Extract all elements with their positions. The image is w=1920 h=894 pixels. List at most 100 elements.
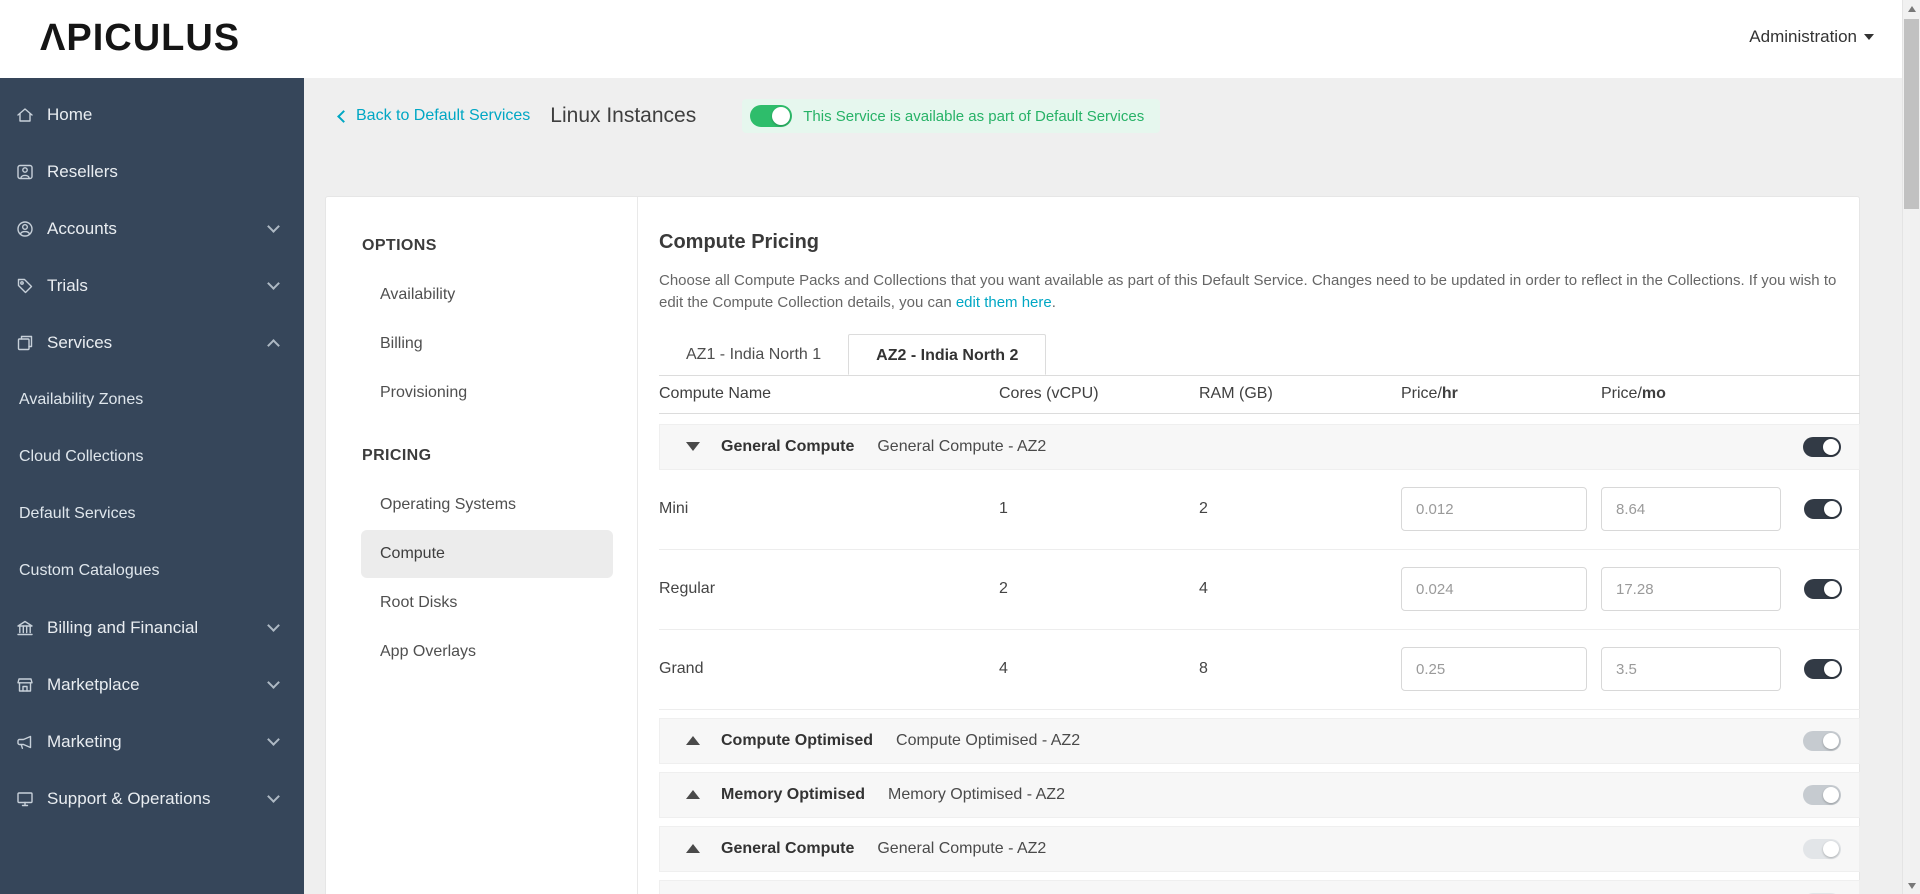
service-availability-toggle[interactable] bbox=[750, 105, 792, 127]
sidebar-item-cloud-collections[interactable]: Cloud Collections bbox=[0, 428, 304, 485]
price-mo-input[interactable] bbox=[1601, 487, 1781, 531]
home-icon bbox=[14, 104, 36, 126]
group-name: Compute Optimised bbox=[721, 732, 873, 750]
expand-arrow-icon[interactable] bbox=[686, 736, 700, 745]
price-hr-input[interactable] bbox=[1401, 647, 1587, 691]
price-hr-cell bbox=[1401, 487, 1601, 531]
price-mo-cell bbox=[1601, 567, 1804, 611]
trials-icon bbox=[14, 275, 36, 297]
sidebar-item-label: Services bbox=[47, 333, 269, 353]
edit-them-here-link[interactable]: edit them here bbox=[956, 294, 1052, 311]
sidebar-item-accounts[interactable]: Accounts bbox=[0, 200, 304, 257]
group-row-general-compute-2: General Compute General Compute - AZ2 bbox=[659, 826, 1860, 872]
row-toggle[interactable] bbox=[1804, 499, 1842, 519]
scroll-up-arrow[interactable] bbox=[1903, 0, 1920, 17]
row-toggle-cell bbox=[1804, 659, 1842, 679]
back-to-default-services-link[interactable]: Back to Default Services bbox=[339, 107, 530, 125]
ram-cell: 2 bbox=[1199, 500, 1401, 518]
sidebar-item-services[interactable]: Services bbox=[0, 314, 304, 371]
toggle-knob bbox=[772, 107, 790, 125]
section-description: Choose all Compute Packs and Collections… bbox=[659, 270, 1854, 314]
sidebar-item-availability-zones[interactable]: Availability Zones bbox=[0, 371, 304, 428]
option-item-app-overlays[interactable]: App Overlays bbox=[361, 628, 613, 676]
group-subtitle: General Compute - AZ2 bbox=[877, 840, 1046, 858]
sidebar-item-marketing[interactable]: Marketing bbox=[0, 713, 304, 770]
price-hr-input[interactable] bbox=[1401, 487, 1587, 531]
option-label: Root Disks bbox=[380, 594, 457, 612]
option-item-operating-systems[interactable]: Operating Systems bbox=[361, 481, 613, 529]
row-toggle[interactable] bbox=[1804, 579, 1842, 599]
sidebar-item-resellers[interactable]: Resellers bbox=[0, 143, 304, 200]
options-heading: OPTIONS bbox=[362, 237, 613, 255]
sidebar-item-support-operations[interactable]: Support & Operations bbox=[0, 770, 304, 827]
table-header-row: Compute Name Cores (vCPU) RAM (GB) Price… bbox=[659, 376, 1860, 414]
sidebar-item-default-services[interactable]: Default Services bbox=[0, 485, 304, 542]
chevron-left-icon bbox=[337, 110, 350, 123]
row-toggle[interactable] bbox=[1804, 659, 1842, 679]
option-label: Availability bbox=[380, 286, 455, 304]
back-link-label: Back to Default Services bbox=[356, 107, 530, 125]
scrollbar-thumb[interactable] bbox=[1904, 19, 1919, 209]
description-period: . bbox=[1052, 294, 1056, 311]
sidebar-item-label: Accounts bbox=[47, 219, 269, 239]
scroll-down-arrow[interactable] bbox=[1903, 877, 1920, 894]
toggle-knob bbox=[1823, 787, 1839, 803]
price-prefix: Price/ bbox=[1601, 385, 1642, 402]
sidebar-item-marketplace[interactable]: Marketplace bbox=[0, 656, 304, 713]
group-subtitle: Memory Optimised - AZ2 bbox=[888, 786, 1065, 804]
group-toggle[interactable] bbox=[1803, 437, 1841, 457]
administration-menu[interactable]: Administration bbox=[1749, 27, 1874, 47]
sidebar-item-trials[interactable]: Trials bbox=[0, 257, 304, 314]
sidebar-item-billing-financial[interactable]: Billing and Financial bbox=[0, 599, 304, 656]
table-row-mini: Mini 1 2 bbox=[659, 470, 1860, 550]
option-item-compute[interactable]: Compute bbox=[361, 530, 613, 578]
group-toggle[interactable] bbox=[1803, 839, 1841, 859]
table-row-grand: Grand 4 8 bbox=[659, 630, 1860, 710]
ram-cell: 8 bbox=[1199, 660, 1401, 678]
option-item-root-disks[interactable]: Root Disks bbox=[361, 579, 613, 627]
price-mo-input[interactable] bbox=[1601, 567, 1781, 611]
group-toggle[interactable] bbox=[1803, 731, 1841, 751]
ram-cell: 4 bbox=[1199, 580, 1401, 598]
option-item-billing[interactable]: Billing bbox=[361, 320, 613, 368]
chevron-down-icon bbox=[267, 676, 280, 689]
collapse-arrow-icon[interactable] bbox=[686, 442, 700, 451]
vertical-scrollbar[interactable] bbox=[1902, 0, 1920, 894]
price-hr-cell bbox=[1401, 647, 1601, 691]
option-item-availability[interactable]: Availability bbox=[361, 271, 613, 319]
tab-az1-india-north-1[interactable]: AZ1 - India North 1 bbox=[659, 334, 848, 375]
group-toggle[interactable] bbox=[1803, 785, 1841, 805]
apiculus-logo[interactable]: ΛPICULUS bbox=[40, 17, 240, 60]
price-mo-input[interactable] bbox=[1601, 647, 1781, 691]
row-toggle-cell bbox=[1804, 579, 1842, 599]
page-header: Back to Default Services Linux Instances… bbox=[304, 78, 1902, 133]
expand-arrow-icon[interactable] bbox=[686, 790, 700, 799]
group-row-memory-optimised: Memory Optimised Memory Optimised - AZ2 bbox=[659, 772, 1860, 818]
cores-cell: 4 bbox=[999, 660, 1199, 678]
option-item-provisioning[interactable]: Provisioning bbox=[361, 369, 613, 417]
chevron-down-icon bbox=[267, 277, 280, 290]
sidebar-item-label: Billing and Financial bbox=[47, 618, 269, 638]
options-panel: OPTIONS Availability Billing Provisionin… bbox=[326, 197, 638, 894]
pricing-card: OPTIONS Availability Billing Provisionin… bbox=[325, 196, 1860, 894]
toggle-knob bbox=[1823, 733, 1839, 749]
sidebar-item-custom-catalogues[interactable]: Custom Catalogues bbox=[0, 542, 304, 599]
cores-cell: 1 bbox=[999, 500, 1199, 518]
table-body: General Compute General Compute - AZ2 Mi… bbox=[659, 424, 1860, 894]
pricing-heading: PRICING bbox=[362, 447, 613, 465]
expand-arrow-icon[interactable] bbox=[686, 844, 700, 853]
sidebar-subitem-label: Cloud Collections bbox=[19, 448, 144, 466]
arrow-up-icon bbox=[1908, 6, 1916, 12]
table-row-regular: Regular 2 4 bbox=[659, 550, 1860, 630]
tab-az2-india-north-2[interactable]: AZ2 - India North 2 bbox=[848, 334, 1046, 375]
price-hr-input[interactable] bbox=[1401, 567, 1587, 611]
compute-name-cell: Regular bbox=[659, 580, 999, 598]
option-label: Operating Systems bbox=[380, 496, 516, 514]
sidebar-item-home[interactable]: Home bbox=[0, 86, 304, 143]
col-ram: RAM (GB) bbox=[1199, 385, 1401, 403]
col-compute-name: Compute Name bbox=[659, 385, 999, 403]
toggle-knob bbox=[1824, 501, 1840, 517]
topbar: ΛPICULUS Administration bbox=[0, 0, 1920, 78]
price-mo-cell bbox=[1601, 487, 1804, 531]
price-hr-cell bbox=[1401, 567, 1601, 611]
